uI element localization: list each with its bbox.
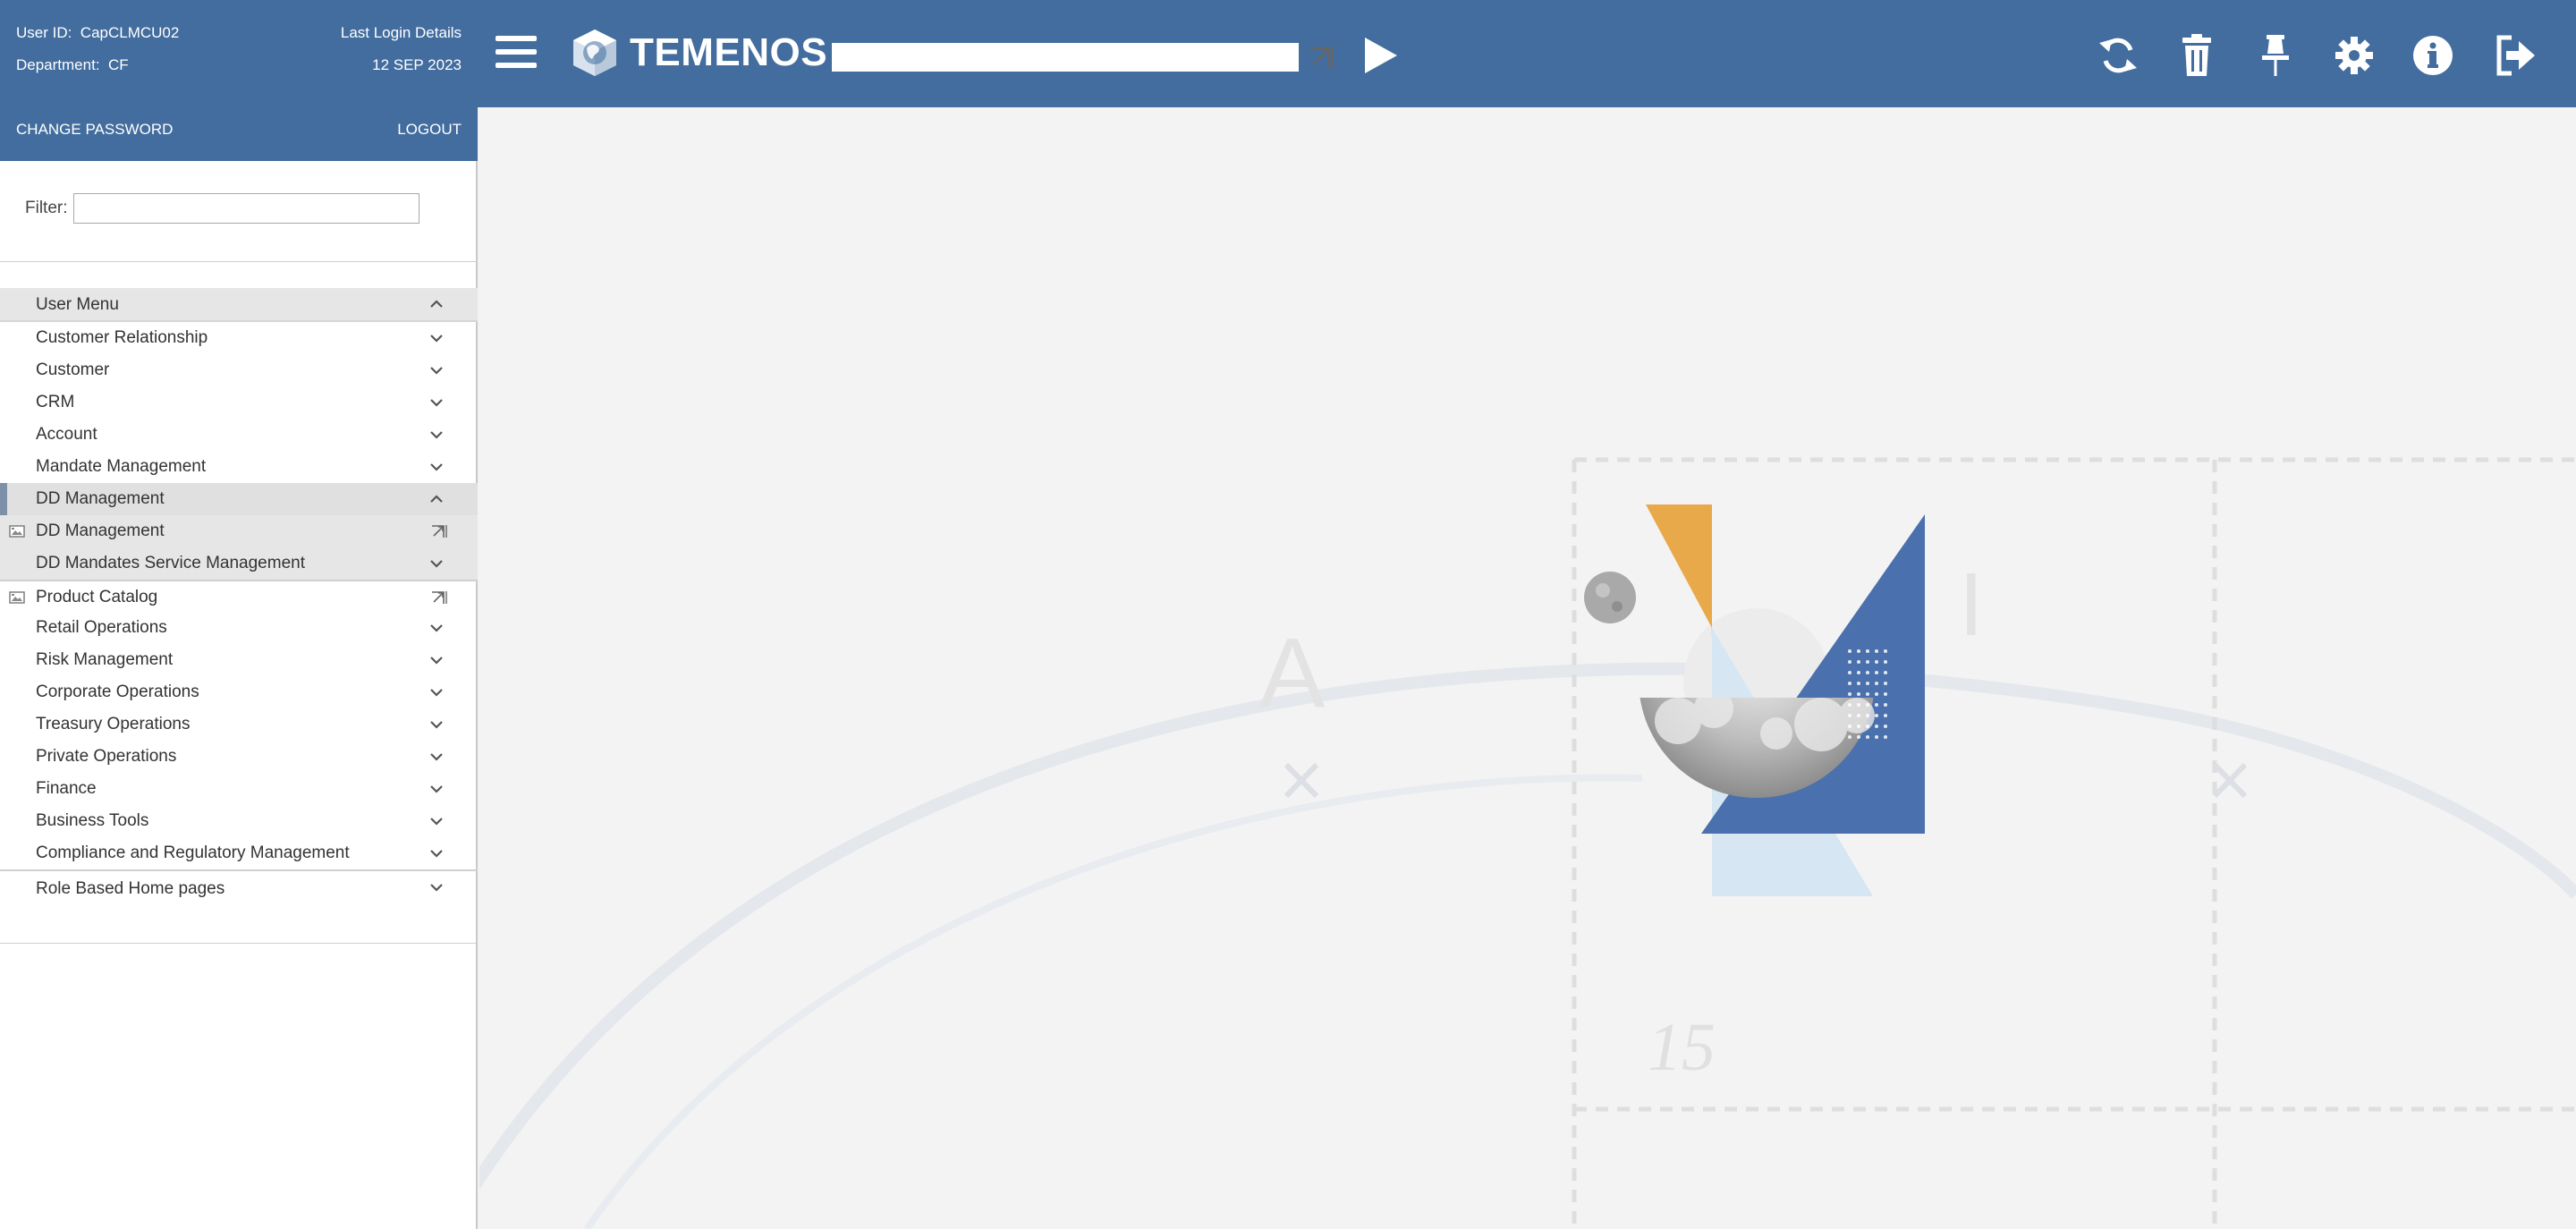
chevron-down-icon[interactable] <box>429 557 444 570</box>
chevron-down-icon[interactable] <box>429 654 444 666</box>
chevron-down-icon[interactable] <box>429 364 444 377</box>
sidebar-item-user-menu[interactable]: User Menu <box>0 288 478 322</box>
sidebar-item-mandate-management[interactable]: Mandate Management <box>0 451 478 483</box>
sidebar-item-label: DD Mandates Service Management <box>36 554 305 572</box>
sidebar-item-label: Compliance and Regulatory Management <box>36 843 350 862</box>
sidebar-item-private-operations[interactable]: Private Operations <box>0 741 478 773</box>
department-value: CF <box>108 56 129 73</box>
sidebar-item-label: Customer <box>36 360 110 379</box>
chevron-up-icon[interactable] <box>429 298 444 310</box>
change-password-link[interactable]: CHANGE PASSWORD <box>16 121 173 139</box>
sign-out-icon[interactable] <box>2494 32 2537 79</box>
sidebar-item-treasury-operations[interactable]: Treasury Operations <box>0 708 478 741</box>
sidebar-item-label: Product Catalog <box>36 588 158 606</box>
background-artwork: A I 15 <box>479 457 2576 1229</box>
chevron-down-icon[interactable] <box>429 428 444 441</box>
sidebar-item-label: Retail Operations <box>36 618 167 637</box>
info-icon[interactable] <box>2411 32 2454 79</box>
sidebar-item-label: Risk Management <box>36 650 174 669</box>
sidebar-item-role-based-home-pages[interactable]: Role Based Home pages <box>0 869 478 905</box>
logo-cube-icon <box>573 30 616 76</box>
last-login-date: 12 SEP 2023 <box>372 56 462 73</box>
user-id-value: CapCLMCU02 <box>80 24 180 41</box>
chevron-down-icon[interactable] <box>429 332 444 344</box>
sidebar-item-label: Mandate Management <box>36 457 207 476</box>
pin-icon[interactable] <box>2254 32 2297 79</box>
top-bar: TEMENOS <box>478 0 2576 107</box>
chevron-down-icon[interactable] <box>429 622 444 634</box>
filter-input[interactable] <box>73 193 419 224</box>
sidebar-item-label: Treasury Operations <box>36 715 191 733</box>
sidebar-item-label: Business Tools <box>36 811 149 830</box>
department-line: Department: CF <box>16 56 129 74</box>
temenos-logo: TEMENOS <box>569 26 827 80</box>
sidebar-item-customer[interactable]: Customer <box>0 354 478 386</box>
sidebar-item-product-catalog[interactable]: Product Catalog <box>0 580 478 612</box>
sidebar-item-corporate-operations[interactable]: Corporate Operations <box>0 676 478 708</box>
chevron-down-icon[interactable] <box>429 686 444 699</box>
gear-icon[interactable] <box>2333 32 2376 79</box>
sidebar-item-label: Account <box>36 425 97 444</box>
trash-icon[interactable] <box>2175 32 2218 79</box>
sidebar-item-label: Role Based Home pages <box>36 879 225 898</box>
background-letter-i: I <box>1959 555 1984 655</box>
user-info-panel: User ID: CapCLMCU02 Last Login Details D… <box>0 0 478 161</box>
chevron-down-icon[interactable] <box>429 718 444 731</box>
open-new-icon[interactable] <box>1308 44 1335 71</box>
go-button[interactable] <box>1363 36 1399 75</box>
chevron-down-icon[interactable] <box>429 461 444 473</box>
menu-icon[interactable] <box>496 34 537 70</box>
sidebar-item-label: CRM <box>36 393 75 411</box>
sidebar-item-finance[interactable]: Finance <box>0 773 478 805</box>
chevron-down-icon[interactable] <box>429 847 444 860</box>
open-new-icon[interactable] <box>431 590 447 605</box>
sidebar-item-crm[interactable]: CRM <box>0 386 478 419</box>
sidebar-item-retail-operations[interactable]: Retail Operations <box>0 612 478 644</box>
sidebar-item-label: Private Operations <box>36 747 177 766</box>
sidebar-item-business-tools[interactable]: Business Tools <box>0 805 478 837</box>
sidebar-item-label: Finance <box>36 779 97 798</box>
menu-divider <box>0 943 476 944</box>
filter-row: Filter: <box>0 161 478 262</box>
chevron-down-icon[interactable] <box>429 750 444 763</box>
sidebar-item-risk-management[interactable]: Risk Management <box>0 644 478 676</box>
picture-icon <box>9 525 25 538</box>
logout-link[interactable]: LOGOUT <box>397 121 462 139</box>
chevron-down-icon[interactable] <box>429 815 444 827</box>
department-label: Department: <box>16 56 100 73</box>
logo-text: TEMENOS <box>630 30 828 74</box>
background-number: 15 <box>1648 1010 1716 1085</box>
sidebar-item-label: DD Management <box>36 489 165 508</box>
sidebar-item-dd-mandates-service-management[interactable]: DD Mandates Service Management <box>0 547 478 580</box>
sidebar-item-customer-relationship[interactable]: Customer Relationship <box>0 322 478 354</box>
filter-label: Filter: <box>25 199 68 217</box>
user-id-line: User ID: CapCLMCU02 <box>16 24 179 42</box>
open-new-icon[interactable] <box>431 524 447 538</box>
sidebar-item-label: Customer Relationship <box>36 328 208 347</box>
user-id-label: User ID: <box>16 24 72 41</box>
refresh-icon[interactable] <box>2097 32 2140 79</box>
sidebar-item-account[interactable]: Account <box>0 419 478 451</box>
chevron-down-icon[interactable] <box>429 881 444 894</box>
command-line-input[interactable] <box>832 43 1299 72</box>
sidebar: User ID: CapCLMCU02 Last Login Details D… <box>0 0 478 1229</box>
sidebar-menu: User Menu Customer Relationship Customer CR… <box>0 288 478 905</box>
background-letter-a: A <box>1259 618 1326 728</box>
chevron-down-icon[interactable] <box>429 783 444 795</box>
sidebar-item-compliance-and-regulatory-management[interactable]: Compliance and Regulatory Management <box>0 837 478 869</box>
sidebar-item-label: DD Management <box>36 521 165 540</box>
sidebar-item-label: User Menu <box>36 295 119 314</box>
last-login-label: Last Login Details <box>340 24 462 41</box>
chevron-down-icon[interactable] <box>429 396 444 409</box>
sidebar-item-label: Corporate Operations <box>36 682 199 701</box>
sidebar-item-dd-management[interactable]: DD Management <box>0 483 478 515</box>
picture-icon <box>9 591 25 604</box>
chevron-up-icon[interactable] <box>429 493 444 505</box>
sidebar-item-dd-management-link[interactable]: DD Management <box>0 515 478 547</box>
main-content: A I 15 <box>479 107 2576 1229</box>
